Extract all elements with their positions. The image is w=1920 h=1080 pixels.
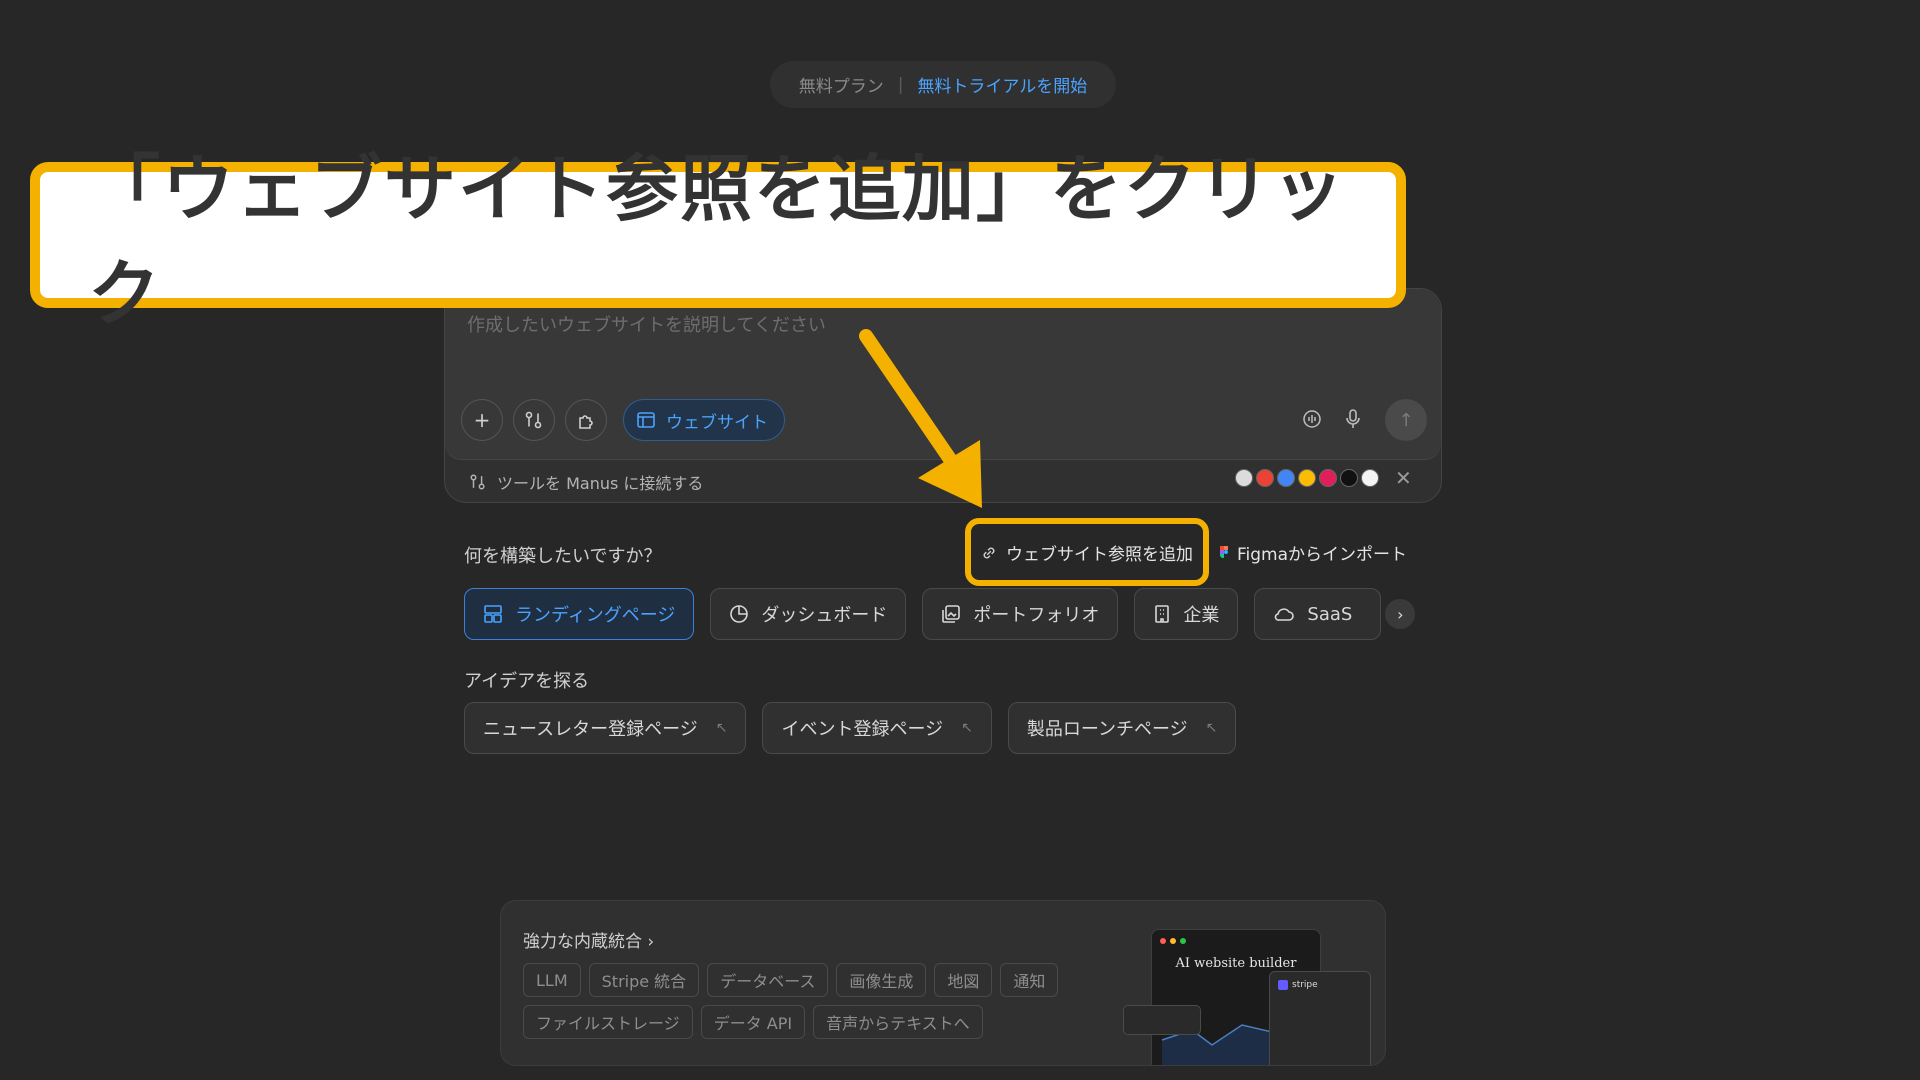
preview-title: AI website builder	[1175, 956, 1297, 971]
plan-label: 無料プラン	[798, 77, 884, 97]
integration-tag: 地図	[934, 963, 993, 997]
category-dashboard[interactable]: ダッシュボード	[710, 588, 907, 640]
idea-event-registration[interactable]: イベント登録ページ ↖	[762, 702, 992, 754]
connect-tools-label: ツールを Manus に接続する	[497, 474, 704, 493]
cloud-icon	[1275, 608, 1295, 621]
website-mode-chip[interactable]: ウェブサイト	[623, 399, 785, 441]
integration-tag: ファイルストレージ	[523, 1005, 693, 1039]
tools-button[interactable]	[513, 399, 555, 441]
tools-icon	[525, 411, 542, 429]
integrations-card[interactable]: 強力な内蔵統合 › LLM Stripe 統合 データベース 画像生成 地図 通…	[500, 900, 1386, 1066]
figma-icon	[1220, 545, 1229, 560]
arrow-up-left-icon: ↖	[715, 720, 728, 736]
browser-window-icon	[637, 412, 655, 428]
integration-tag: 画像生成	[836, 963, 927, 997]
integration-tag: データ API	[700, 1005, 806, 1039]
integration-tag: 音声からテキストへ	[813, 1005, 983, 1039]
connect-tools-row[interactable]: ツールを Manus に接続する	[469, 470, 703, 494]
idea-label: 製品ローンチページ	[1026, 719, 1188, 740]
image-gallery-icon	[942, 605, 961, 623]
category-label: 企業	[1183, 605, 1220, 626]
gmail-icon	[1256, 469, 1274, 487]
stripe-badge: stripe	[1278, 980, 1318, 990]
chrome-icon	[1235, 469, 1253, 487]
figma-import-label: Figmaからインポート	[1237, 545, 1408, 565]
notion-icon	[1361, 469, 1379, 487]
layout-icon	[484, 605, 502, 623]
plan-separator: |	[897, 74, 904, 95]
arrow-up-left-icon: ↖	[961, 720, 973, 736]
github-icon	[1340, 469, 1358, 487]
integrations-title[interactable]: 強力な内蔵統合 ›	[523, 927, 654, 952]
category-row: ランディングページ ダッシュボード ポートフォリオ 企業 SaaS ›	[464, 588, 1416, 640]
website-chip-label: ウェブサイト	[666, 412, 768, 433]
build-question: 何を構築したいですか？	[464, 546, 662, 567]
stripe-preview-card: stripe	[1269, 971, 1371, 1065]
microphone-icon[interactable]	[1343, 408, 1363, 435]
idea-newsletter-signup[interactable]: ニュースレター登録ページ ↖	[464, 702, 747, 754]
ideas-heading: アイデアを探る	[464, 671, 590, 692]
figma-import-button[interactable]: Figmaからインポート	[1220, 540, 1407, 565]
integration-tags: LLM Stripe 統合 データベース 画像生成 地図 通知 ファイルストレー…	[523, 963, 1103, 1039]
close-icon[interactable]: ✕	[1395, 466, 1412, 490]
calendar-icon	[1277, 469, 1295, 487]
stripe-logo-icon	[1278, 980, 1288, 990]
send-button[interactable]: ↑	[1385, 399, 1427, 441]
category-saas[interactable]: SaaS	[1254, 588, 1382, 640]
start-trial-link[interactable]: 無料トライアルを開始	[917, 72, 1087, 97]
building-icon	[1155, 605, 1170, 623]
puzzle-icon	[579, 415, 593, 429]
chevron-right-icon: ›	[647, 932, 655, 952]
slack-icon	[1319, 469, 1337, 487]
integrations-title-label: 強力な内蔵統合	[523, 932, 642, 952]
integration-tag: データベース	[707, 963, 829, 997]
highlight-ring	[965, 518, 1209, 586]
chevron-right-icon: ›	[1397, 604, 1404, 624]
arrow-up-icon: ↑	[1398, 409, 1414, 431]
idea-row: ニュースレター登録ページ ↖ イベント登録ページ ↖ 製品ローンチページ ↖	[464, 702, 1237, 754]
category-portfolio[interactable]: ポートフォリオ	[922, 588, 1119, 640]
integration-tag: Stripe 統合	[588, 963, 700, 997]
tools-icon	[470, 474, 485, 490]
scroll-categories-button[interactable]: ›	[1385, 599, 1416, 629]
category-label: SaaS	[1307, 603, 1353, 625]
category-label: ポートフォリオ	[973, 605, 1100, 626]
arrow-up-left-icon: ↖	[1205, 720, 1218, 736]
idea-label: イベント登録ページ	[781, 719, 944, 740]
plus-icon: +	[473, 408, 491, 432]
plan-pill: 無料プラン | 無料トライアルを開始	[770, 61, 1116, 108]
category-enterprise[interactable]: 企業	[1134, 588, 1239, 640]
voice-chat-icon[interactable]	[1301, 408, 1323, 435]
instruction-callout: 「ウェブサイト参照を追加」をクリック	[30, 147, 1406, 336]
connected-app-icons[interactable]	[1235, 469, 1379, 487]
preview-notification-card	[1123, 1005, 1201, 1035]
window-controls	[1160, 938, 1186, 944]
category-label: ランディングページ	[515, 605, 676, 626]
integration-tag: 通知	[1000, 963, 1059, 997]
add-attachment-button[interactable]: +	[461, 399, 503, 441]
category-label: ダッシュボード	[761, 605, 888, 626]
stripe-label: stripe	[1292, 980, 1318, 990]
drive-icon	[1298, 469, 1316, 487]
category-landing-page[interactable]: ランディングページ	[464, 588, 695, 640]
idea-label: ニュースレター登録ページ	[483, 719, 698, 740]
pie-chart-icon	[730, 605, 749, 623]
instruction-text: 「ウェブサイト参照を追加」をクリック	[88, 147, 1347, 336]
pointer-arrow	[859, 329, 982, 508]
integration-tag: LLM	[523, 963, 581, 997]
idea-product-launch[interactable]: 製品ローンチページ ↖	[1007, 702, 1237, 754]
plugins-button[interactable]	[565, 399, 607, 441]
